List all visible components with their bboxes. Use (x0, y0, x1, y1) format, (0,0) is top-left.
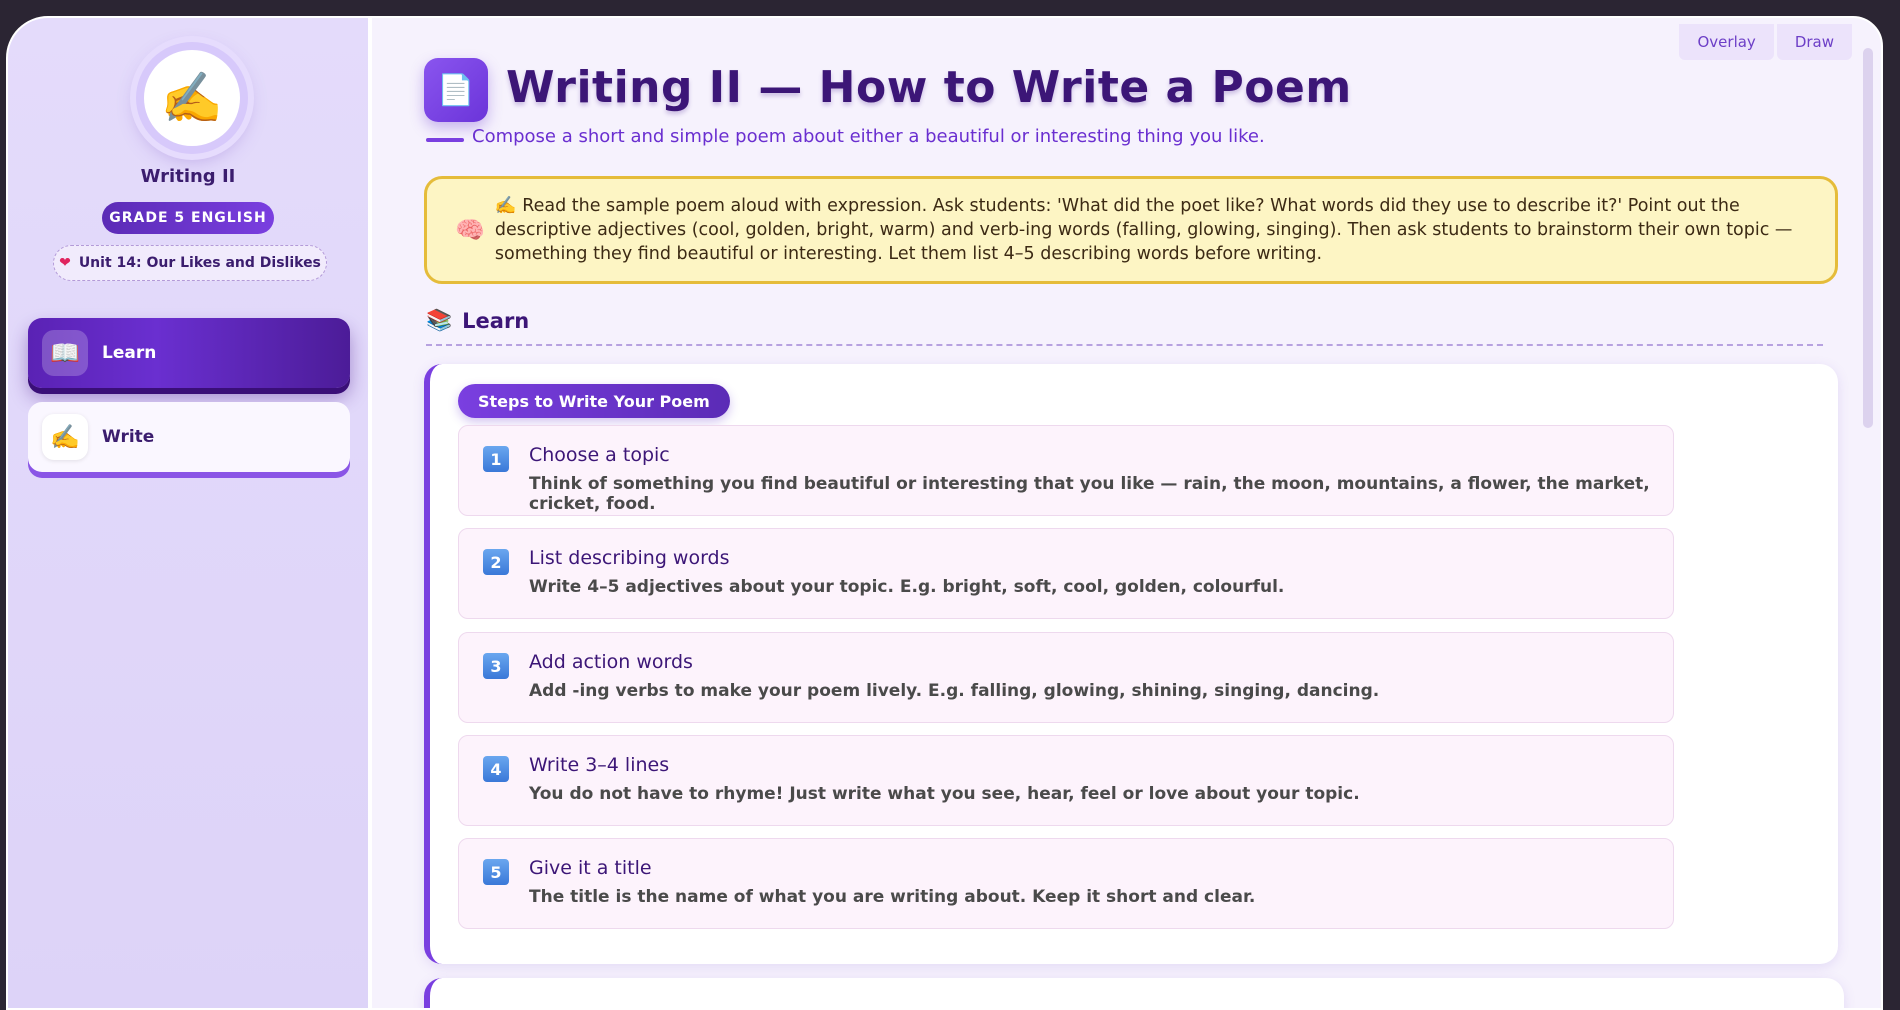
grade-badge: GRADE 5 ENGLISH (102, 202, 274, 234)
toolbar: Overlay Draw (1679, 24, 1852, 60)
subtitle-accent (426, 138, 464, 142)
sidebar: ✍️ Writing II GRADE 5 ENGLISH ❤ Unit 14:… (8, 18, 372, 1008)
step-item: 5 Give it a title The title is the name … (458, 838, 1674, 929)
draw-button[interactable]: Draw (1776, 24, 1852, 60)
section-heading: 📚 Learn (426, 308, 529, 333)
step-title: Choose a topic (529, 444, 670, 466)
step-item: 1 Choose a topic Think of something you … (458, 425, 1674, 516)
step-title: Add action words (529, 651, 693, 673)
sidebar-item-learn[interactable]: 📖 Learn (28, 318, 350, 388)
step-item: 2 List describing words Write 4–5 adject… (458, 528, 1674, 619)
step-title: Give it a title (529, 857, 652, 879)
next-card (424, 978, 1844, 1008)
teacher-note: 🧠 ✍️ Read the sample poem aloud with exp… (424, 176, 1838, 284)
unit-pill: ❤ Unit 14: Our Likes and Dislikes (53, 245, 327, 281)
step-title: List describing words (529, 547, 730, 569)
step-number-badge: 5 (483, 859, 509, 885)
unit-label: Unit 14: Our Likes and Dislikes (78, 255, 321, 271)
steps-label: Steps to Write Your Poem (458, 384, 730, 418)
teacher-note-text: ✍️ Read the sample poem aloud with expre… (494, 196, 1793, 264)
app-window: Overlay Draw ✍️ Writing II GRADE 5 ENGLI… (6, 16, 1883, 1010)
step-number-badge: 1 (483, 446, 509, 472)
step-description: Add -ing verbs to make your poem lively.… (529, 681, 1380, 701)
section-title: Learn (462, 308, 530, 333)
writing-hand-icon: ✍️ (144, 50, 240, 146)
page-title: Writing II — How to Write a Poem (506, 62, 1352, 113)
step-description: You do not have to rhyme! Just write wha… (529, 784, 1360, 804)
overlay-button[interactable]: Overlay (1679, 24, 1774, 60)
sidebar-title: Writing II (140, 166, 236, 187)
book-icon: 📖 (42, 330, 88, 376)
sidebar-item-label: Learn (102, 343, 157, 363)
document-icon: 📄 (424, 58, 488, 122)
heart-icon: ❤ (59, 255, 71, 271)
section-divider (426, 344, 1823, 346)
page-subtitle: Compose a short and simple poem about ei… (472, 126, 1265, 147)
step-description: Write 4–5 adjectives about your topic. E… (529, 577, 1285, 597)
books-icon: 📚 (426, 308, 453, 332)
sidebar-item-write[interactable]: ✍️ Write (28, 402, 350, 472)
sidebar-item-label: Write (102, 427, 155, 447)
main-content: 📄 Writing II — How to Write a Poem Compo… (372, 18, 1881, 1008)
step-number-badge: 4 (483, 756, 509, 782)
step-description: The title is the name of what you are wr… (529, 887, 1256, 907)
writing-hand-icon: ✍️ (42, 414, 88, 460)
step-number-badge: 3 (483, 653, 509, 679)
step-title: Write 3–4 lines (529, 754, 670, 776)
step-number-badge: 2 (483, 549, 509, 575)
steps-card: Steps to Write Your Poem 1 Choose a topi… (424, 364, 1838, 964)
brain-icon: 🧠 (455, 216, 485, 244)
step-item: 4 Write 3–4 lines You do not have to rhy… (458, 735, 1674, 826)
avatar: ✍️ (136, 42, 248, 154)
step-description: Think of something you find beautiful or… (529, 474, 1650, 514)
scrollbar[interactable] (1863, 48, 1873, 428)
step-item: 3 Add action words Add -ing verbs to mak… (458, 632, 1674, 723)
